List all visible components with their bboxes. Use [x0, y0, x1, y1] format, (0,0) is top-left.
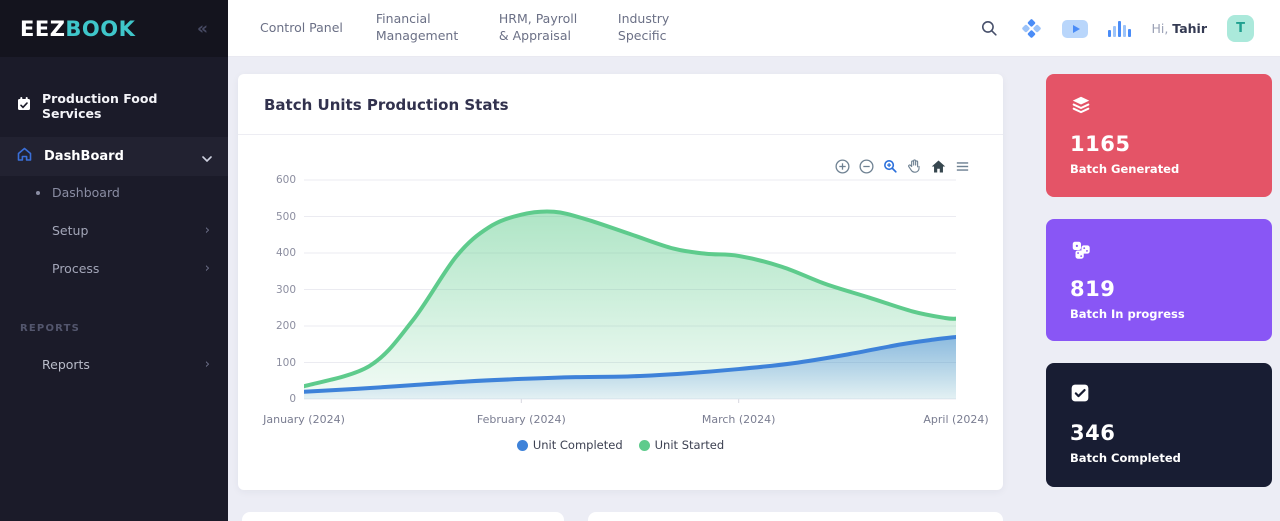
- nav-industry-specific[interactable]: Industry Specific: [618, 11, 680, 45]
- sidebar-item-label: Process: [52, 261, 205, 276]
- dice-icon: [1070, 239, 1248, 261]
- avatar[interactable]: T: [1227, 15, 1254, 42]
- sidebar-nav: Production Food Services DashBoard Dashb…: [0, 57, 228, 381]
- chevron-right-icon: ›: [205, 223, 210, 238]
- legend-dot-icon: [517, 440, 528, 451]
- greeting-prefix: Hi,: [1151, 21, 1168, 36]
- play-icon: [1073, 25, 1080, 33]
- chart-toolbar: [834, 158, 971, 175]
- y-axis-tick-label: 300: [276, 284, 296, 296]
- x-axis-tick-label: January (2024): [263, 413, 345, 426]
- y-axis-tick-label: 600: [276, 174, 296, 186]
- sidebar-section-reports: REPORTS: [0, 317, 228, 340]
- bullet-icon: [36, 191, 40, 195]
- layers-icon: [1070, 94, 1248, 116]
- sidebar-collapse-icon[interactable]: «: [197, 19, 208, 39]
- x-axis-labels: January (2024)February (2024)March (2024…: [304, 413, 956, 429]
- x-axis-tick-label: February (2024): [477, 413, 566, 426]
- chart-legend: Unit Completed Unit Started: [238, 438, 1003, 452]
- bottom-card-left: [242, 512, 564, 521]
- stat-value: 819: [1070, 277, 1248, 301]
- stat-value: 346: [1070, 421, 1248, 445]
- zoom-in-icon[interactable]: [834, 158, 851, 175]
- nav-financial-management[interactable]: Financial Management: [376, 11, 466, 45]
- chart-plot-area[interactable]: [304, 175, 956, 403]
- sidebar-item-label: Setup: [52, 223, 205, 238]
- search-icon[interactable]: [978, 18, 1000, 40]
- user-greeting: Hi, Tahir: [1151, 21, 1207, 36]
- y-axis-tick-label: 200: [276, 320, 296, 332]
- sidebar-item-dashboard[interactable]: DashBoard: [0, 137, 228, 176]
- sidebar-item-label: DashBoard: [44, 149, 191, 164]
- header-actions: Hi, Tahir T: [978, 0, 1254, 57]
- selection-zoom-icon[interactable]: [882, 158, 899, 175]
- y-axis-tick-label: 500: [276, 211, 296, 223]
- workspace-label: Production Food Services: [42, 91, 212, 121]
- logo-text-primary: EEZ: [20, 17, 65, 41]
- sidebar-item-label: Reports: [42, 357, 205, 372]
- check-square-icon: [1070, 383, 1248, 405]
- video-tutorial-icon[interactable]: [1062, 20, 1088, 38]
- top-header: Control Panel Financial Management HRM, …: [228, 0, 1280, 57]
- y-axis-tick-label: 400: [276, 247, 296, 259]
- reset-home-icon[interactable]: [930, 158, 947, 175]
- chart-card: Batch Units Production Stats 0 100 200 300 4…: [238, 74, 1003, 490]
- legend-dot-icon: [639, 440, 650, 451]
- stat-card-batch-generated[interactable]: 1165 Batch Generated: [1046, 74, 1272, 197]
- sidebar-item-dashboard-child[interactable]: Dashboard: [0, 176, 228, 209]
- apps-grid-icon[interactable]: [1020, 18, 1042, 40]
- sidebar: EEZBOOK « Production Food Services DashB…: [0, 0, 228, 521]
- sidebar-item-reports[interactable]: Reports ›: [0, 348, 228, 381]
- divider: [238, 134, 1003, 135]
- legend-label: Unit Started: [655, 438, 725, 452]
- menu-icon[interactable]: [954, 158, 971, 175]
- logo-row: EEZBOOK «: [0, 0, 228, 57]
- nav-control-panel[interactable]: Control Panel: [260, 20, 343, 37]
- chevron-right-icon: ›: [205, 261, 210, 276]
- zoom-out-icon[interactable]: [858, 158, 875, 175]
- user-name: Tahir: [1172, 21, 1207, 36]
- legend-item[interactable]: Unit Started: [639, 438, 725, 452]
- stat-card-batch-completed[interactable]: 346 Batch Completed: [1046, 363, 1272, 487]
- y-axis-tick-label: 0: [289, 393, 296, 405]
- stat-label: Batch In progress: [1070, 307, 1248, 321]
- analytics-bars-icon[interactable]: [1108, 20, 1131, 37]
- y-axis-labels: 0 100 200 300 400 500 600: [252, 175, 296, 403]
- stat-value: 1165: [1070, 132, 1248, 156]
- legend-label: Unit Completed: [533, 438, 623, 452]
- stat-label: Batch Completed: [1070, 451, 1248, 465]
- stat-label: Batch Generated: [1070, 162, 1248, 176]
- x-axis-tick-label: March (2024): [702, 413, 776, 426]
- app-logo[interactable]: EEZBOOK: [20, 17, 135, 41]
- x-axis-tick-label: April (2024): [923, 413, 988, 426]
- y-axis-tick-label: 100: [276, 357, 296, 369]
- pan-hand-icon[interactable]: [906, 158, 923, 175]
- chevron-right-icon: ›: [205, 357, 210, 372]
- nav-hrm-payroll[interactable]: HRM, Payroll & Appraisal: [499, 11, 585, 45]
- stat-card-batch-in-progress[interactable]: 819 Batch In progress: [1046, 219, 1272, 341]
- home-icon: [16, 146, 33, 167]
- bottom-card-right: [588, 512, 1003, 521]
- legend-item[interactable]: Unit Completed: [517, 438, 623, 452]
- sidebar-item-process[interactable]: Process ›: [0, 252, 228, 285]
- sidebar-item-label: Dashboard: [52, 185, 120, 200]
- chevron-down-icon: [202, 147, 212, 166]
- top-nav: Control Panel Financial Management HRM, …: [228, 11, 680, 45]
- sidebar-item-setup[interactable]: Setup ›: [0, 214, 228, 247]
- calendar-check-icon: [16, 96, 32, 116]
- chart-title: Batch Units Production Stats: [264, 96, 509, 114]
- logo-text-accent: BOOK: [65, 17, 135, 41]
- sidebar-item-workspace[interactable]: Production Food Services: [0, 85, 228, 127]
